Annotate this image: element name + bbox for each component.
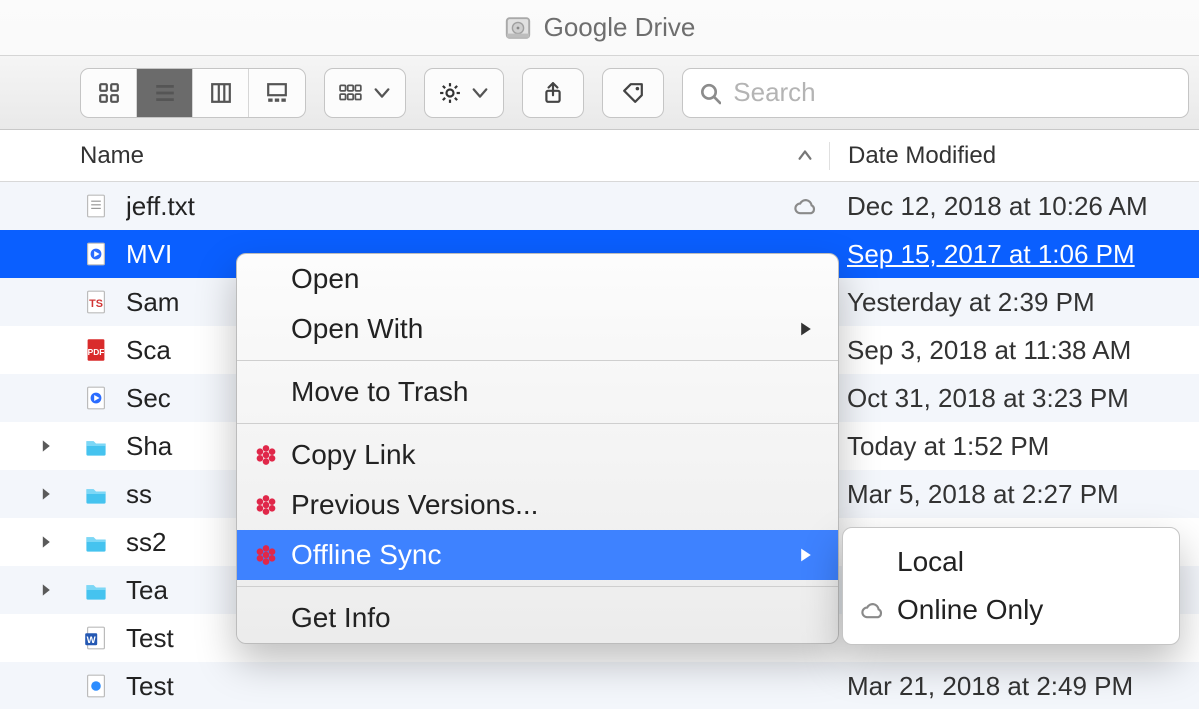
offline-sync-submenu: Local Online Only — [842, 527, 1180, 645]
search-field[interactable] — [682, 68, 1189, 118]
view-column-button[interactable] — [193, 69, 249, 117]
pdf-file-icon — [80, 334, 112, 366]
drive-disk-icon — [504, 14, 532, 42]
search-input[interactable] — [733, 77, 1172, 108]
menu-get-info[interactable]: Get Info — [237, 593, 838, 643]
menu-move-to-trash[interactable]: Move to Trash — [237, 367, 838, 417]
menu-separator — [237, 360, 838, 361]
file-date: Dec 12, 2018 at 10:26 AM — [829, 191, 1199, 222]
arrange-icon — [339, 83, 363, 103]
menu-open-with[interactable]: Open With — [237, 304, 838, 354]
menu-copy-link[interactable]: Copy Link — [237, 430, 838, 480]
video-file-icon — [80, 238, 112, 270]
file-date: Mar 5, 2018 at 2:27 PM — [829, 479, 1199, 510]
generic-file-icon — [80, 670, 112, 702]
gear-icon — [439, 82, 461, 104]
cloud-status-icon — [781, 194, 829, 218]
file-name: jeff.txt — [126, 191, 781, 222]
column-header-date[interactable]: Date Modified — [829, 142, 1199, 170]
share-button[interactable] — [522, 68, 584, 118]
sort-indicator[interactable] — [781, 147, 829, 165]
video-file-icon — [80, 382, 112, 414]
column-header-name[interactable]: Name — [80, 142, 781, 170]
submenu-online-only[interactable]: Online Only — [843, 586, 1179, 634]
file-date: Yesterday at 2:39 PM — [829, 287, 1199, 318]
menu-previous-versions[interactable]: Previous Versions... — [237, 480, 838, 530]
txt-file-icon — [80, 190, 112, 222]
file-name: Test — [126, 671, 781, 702]
chevron-down-icon — [373, 84, 391, 102]
file-date: Sep 15, 2017 at 1:06 PM — [829, 239, 1199, 270]
flower-icon — [251, 540, 281, 570]
word-file-icon — [80, 622, 112, 654]
submenu-local[interactable]: Local — [843, 538, 1179, 586]
disclosure-triangle[interactable] — [40, 583, 66, 597]
share-icon — [542, 82, 564, 104]
view-list-button[interactable] — [137, 69, 193, 117]
disclosure-triangle[interactable] — [40, 535, 66, 549]
window-title: Google Drive — [544, 12, 696, 43]
file-date: Oct 31, 2018 at 3:23 PM — [829, 383, 1199, 414]
disclosure-triangle[interactable] — [40, 487, 66, 501]
file-date: Today at 1:52 PM — [829, 431, 1199, 462]
context-menu: Open Open With Move to Trash Copy Link P… — [236, 253, 839, 644]
folder-file-icon — [80, 574, 112, 606]
ts-file-icon — [80, 286, 112, 318]
view-mode-segmented — [80, 68, 306, 118]
submenu-arrow-icon — [798, 321, 814, 337]
file-row[interactable]: Test Mar 21, 2018 at 2:49 PM — [0, 662, 1199, 709]
menu-separator — [237, 423, 838, 424]
chevron-down-icon — [471, 84, 489, 102]
tags-button[interactable] — [602, 68, 664, 118]
flower-icon — [251, 440, 281, 470]
file-date: Mar 21, 2018 at 2:49 PM — [829, 671, 1199, 702]
column-header-row: Name Date Modified — [0, 130, 1199, 182]
disclosure-triangle[interactable] — [40, 439, 66, 453]
menu-separator — [237, 586, 838, 587]
tag-icon — [622, 82, 644, 104]
action-button[interactable] — [424, 68, 504, 118]
menu-offline-sync[interactable]: Offline Sync — [237, 530, 838, 580]
view-icon-button[interactable] — [81, 69, 137, 117]
file-row[interactable]: jeff.txt Dec 12, 2018 at 10:26 AM — [0, 182, 1199, 230]
sort-ascending-icon — [796, 147, 814, 165]
cloud-icon — [857, 595, 887, 625]
search-icon — [699, 81, 721, 105]
folder-file-icon — [80, 430, 112, 462]
flower-icon — [251, 490, 281, 520]
folder-file-icon — [80, 526, 112, 558]
file-date: Sep 3, 2018 at 11:38 AM — [829, 335, 1199, 366]
titlebar: Google Drive — [0, 0, 1199, 56]
folder-file-icon — [80, 478, 112, 510]
submenu-arrow-icon — [798, 547, 814, 563]
menu-open[interactable]: Open — [237, 254, 838, 304]
arrange-button[interactable] — [324, 68, 406, 118]
view-gallery-button[interactable] — [249, 69, 305, 117]
toolbar — [0, 56, 1199, 130]
